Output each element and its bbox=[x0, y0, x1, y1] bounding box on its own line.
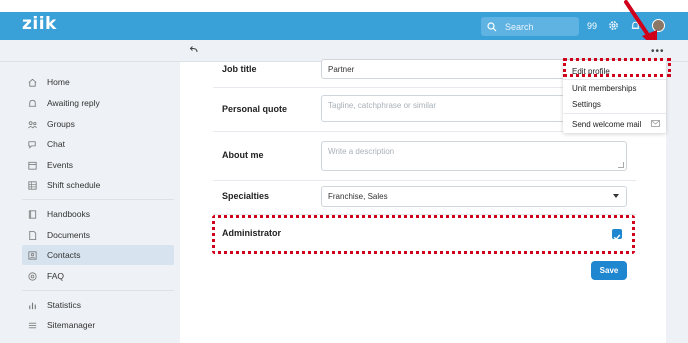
search-placeholder: Search bbox=[505, 21, 534, 32]
sidebar-item-awaiting-reply[interactable]: Awaiting reply bbox=[22, 93, 174, 113]
about-me-placeholder: Write a description bbox=[328, 147, 395, 156]
save-button[interactable]: Save bbox=[591, 261, 627, 280]
top-bar bbox=[0, 12, 688, 40]
home-icon bbox=[28, 78, 37, 87]
contacts-icon bbox=[28, 250, 37, 260]
sidebar-item-label: Events bbox=[47, 160, 73, 170]
notification-count[interactable]: 99 bbox=[587, 21, 597, 31]
about-me-textarea[interactable]: Write a description bbox=[321, 141, 627, 171]
sidebar-item-sitemanager[interactable]: Sitemanager bbox=[22, 315, 174, 335]
sidebar-item-events[interactable]: Events bbox=[22, 155, 174, 175]
sidebar-item-label: Groups bbox=[47, 119, 75, 129]
app-logo[interactable]: ziik bbox=[22, 14, 57, 34]
groups-icon bbox=[28, 120, 37, 128]
sidebar-item-handbooks[interactable]: Handbooks bbox=[22, 204, 174, 224]
sidebar-item-label: Awaiting reply bbox=[47, 98, 100, 108]
sidebar-item-label: Statistics bbox=[47, 300, 82, 310]
chat-icon bbox=[28, 140, 36, 149]
sidebar-item-label: Documents bbox=[47, 230, 90, 240]
sidebar-item-label: Shift schedule bbox=[47, 180, 101, 190]
menu-item-settings[interactable]: Settings bbox=[572, 100, 601, 109]
job-title-label: Job title bbox=[222, 64, 257, 74]
sidebar-item-statistics[interactable]: Statistics bbox=[22, 295, 174, 315]
sidebar-item-faq[interactable]: FAQ bbox=[22, 266, 174, 286]
mail-icon bbox=[651, 120, 660, 127]
sitemanager-icon bbox=[28, 322, 37, 328]
chevron-down-icon bbox=[613, 194, 619, 198]
personal-quote-label: Personal quote bbox=[222, 104, 288, 114]
specialties-select[interactable]: Franchise, Sales bbox=[321, 186, 627, 207]
sidebar-item-label: Chat bbox=[47, 139, 65, 149]
search-input[interactable]: Search bbox=[481, 17, 579, 36]
menu-item-unit-memberships[interactable]: Unit memberships bbox=[572, 84, 636, 93]
about-me-label: About me bbox=[222, 150, 264, 160]
personal-quote-placeholder: Tagline, catchphrase or similar bbox=[328, 101, 437, 110]
sidebar-item-label: Home bbox=[47, 77, 70, 87]
more-options-icon[interactable]: ••• bbox=[651, 46, 665, 57]
window-top-band bbox=[0, 0, 688, 12]
sidebar-divider bbox=[22, 199, 174, 200]
sidebar-item-documents[interactable]: Documents bbox=[22, 225, 174, 245]
sidebar-item-label: FAQ bbox=[47, 271, 65, 281]
calendar-icon bbox=[28, 161, 37, 170]
sidebar-item-label: Handbooks bbox=[47, 209, 91, 219]
menu-item-send-welcome-mail[interactable]: Send welcome mail bbox=[572, 120, 641, 129]
sidebar-item-chat[interactable]: Chat bbox=[22, 134, 174, 154]
menu-divider bbox=[563, 79, 666, 80]
resize-handle[interactable] bbox=[618, 162, 624, 168]
sidebar-item-home[interactable]: Home bbox=[22, 72, 174, 92]
sidebar-item-groups[interactable]: Groups bbox=[22, 114, 174, 134]
schedule-icon bbox=[28, 180, 37, 190]
gear-icon[interactable] bbox=[608, 20, 619, 31]
sidebar-item-contacts[interactable]: Contacts bbox=[22, 245, 174, 265]
sidebar-divider bbox=[22, 290, 174, 291]
annotation-highlight-edit-profile bbox=[563, 58, 671, 77]
specialties-label: Specialties bbox=[222, 191, 270, 201]
bell-icon bbox=[28, 99, 37, 107]
specialties-value: Franchise, Sales bbox=[328, 192, 388, 201]
statistics-icon bbox=[29, 302, 36, 309]
sidebar-item-label: Sitemanager bbox=[47, 320, 96, 330]
faq-icon bbox=[28, 271, 37, 281]
book-icon bbox=[28, 209, 37, 219]
row-divider bbox=[213, 180, 636, 181]
back-icon[interactable] bbox=[189, 45, 199, 55]
job-title-value: Partner bbox=[328, 65, 355, 74]
sidebar-item-label: Contacts bbox=[47, 250, 81, 260]
search-icon bbox=[487, 21, 497, 31]
annotation-highlight-administrator bbox=[212, 215, 635, 254]
sidebar-item-shift-schedule[interactable]: Shift schedule bbox=[22, 175, 174, 195]
document-icon bbox=[29, 230, 37, 240]
menu-divider bbox=[563, 113, 666, 114]
